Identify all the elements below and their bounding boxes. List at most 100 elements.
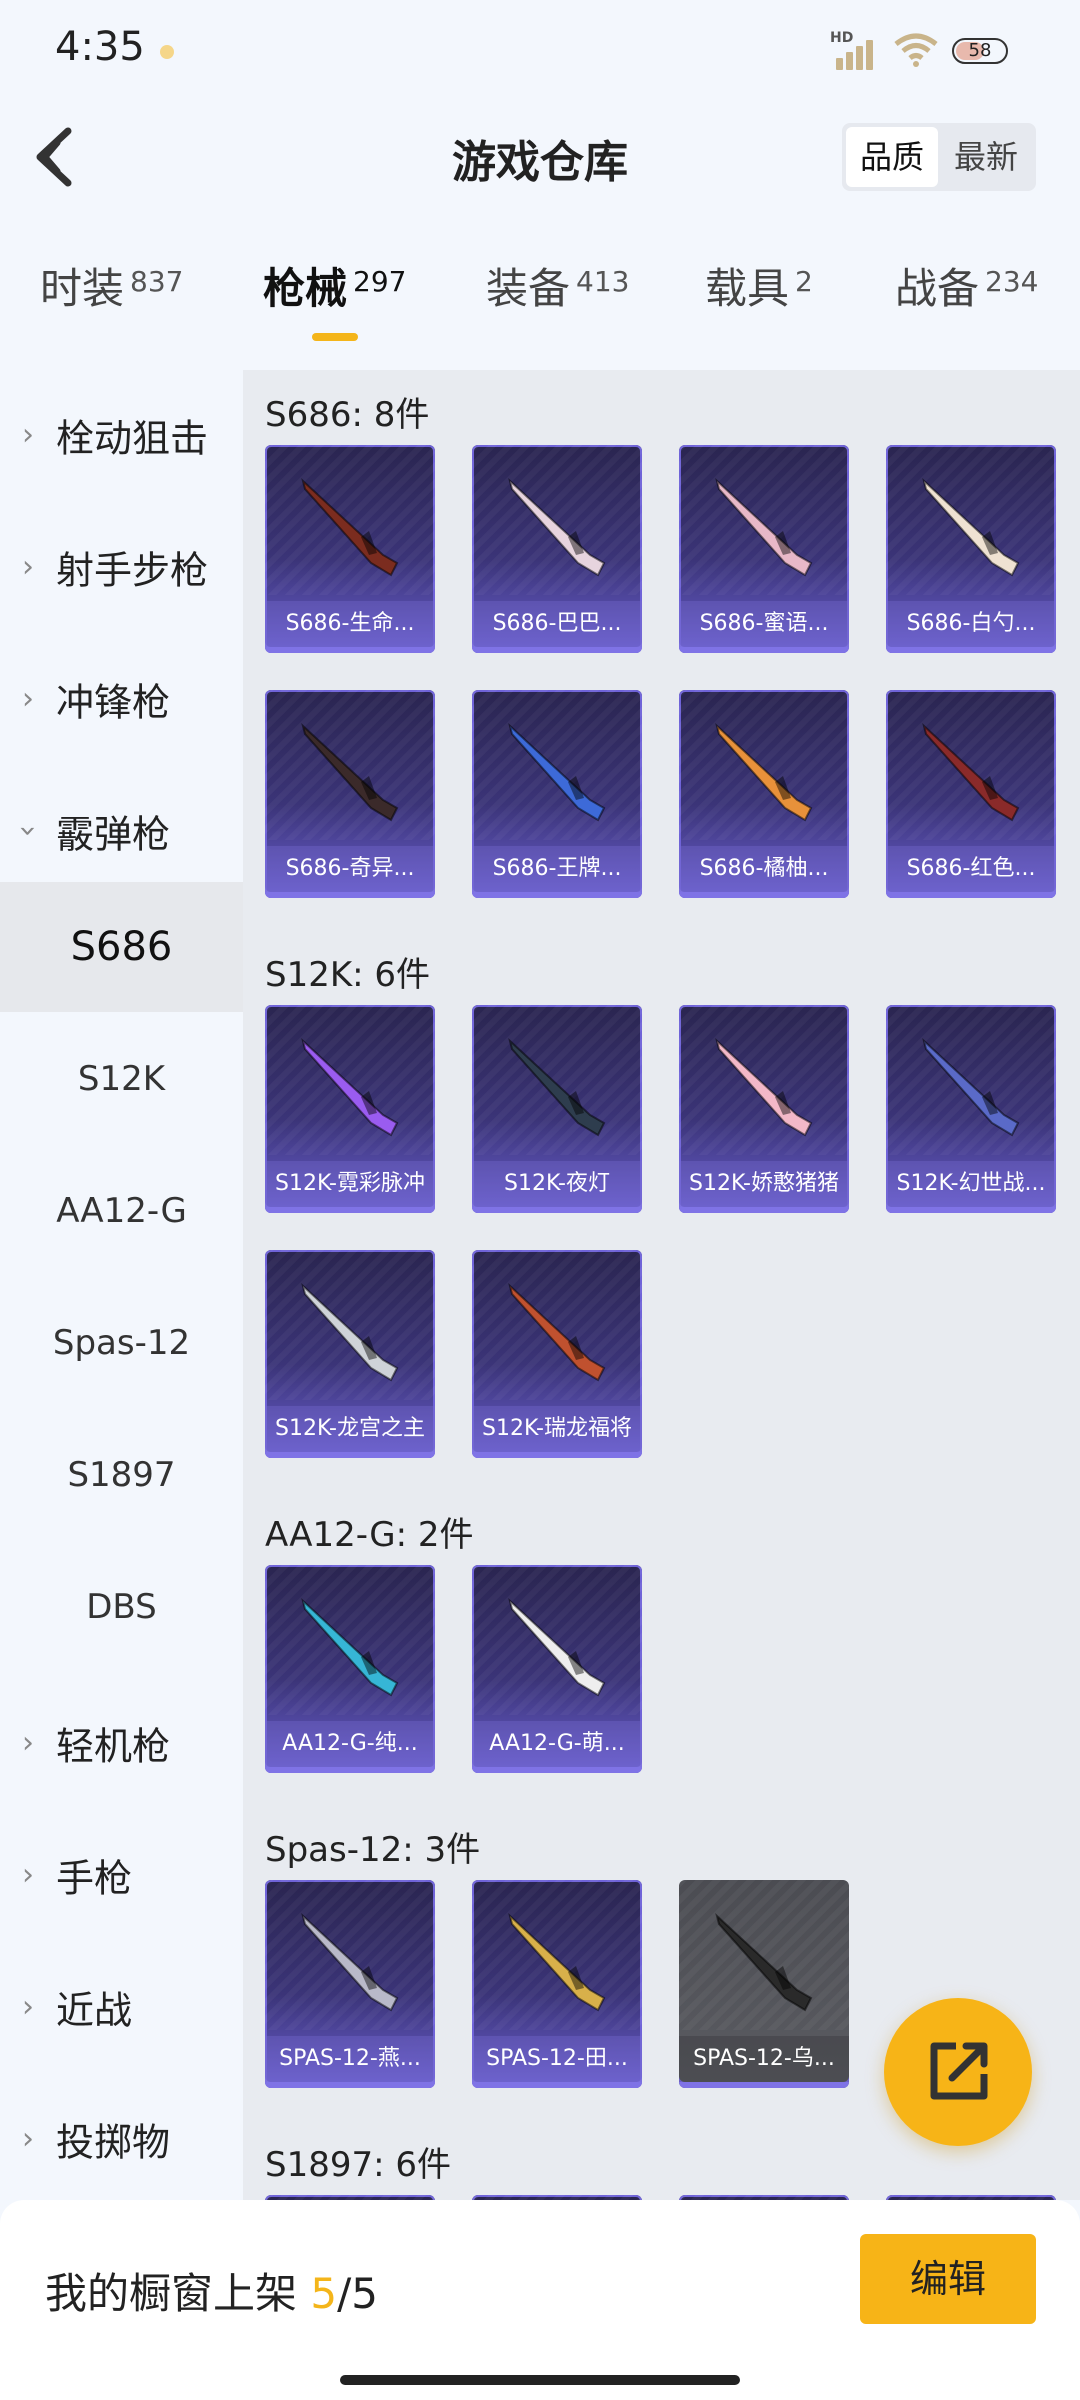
sort-newest-option[interactable]: 最新	[940, 127, 1032, 187]
group-title-s1897: S1897: 6件	[265, 2145, 452, 2185]
item-card[interactable]: SPAS-12-燕...	[265, 1880, 435, 2088]
sort-toggle[interactable]: 品质 最新	[842, 123, 1036, 191]
status-time: 4:35	[55, 24, 145, 70]
item-name: S686-红色...	[886, 846, 1056, 892]
gun-skin-image	[301, 722, 399, 822]
item-card[interactable]: S686-生命...	[265, 445, 435, 653]
chevron-right-icon: ›	[22, 417, 34, 453]
category-tabs: 时装 837 枪械 297 装备 413 载具 2 战备 234	[0, 255, 1080, 355]
share-button[interactable]	[884, 1998, 1032, 2146]
item-card[interactable]: S12K-瑞龙福将	[472, 1250, 642, 1458]
gun-skin-image	[715, 1912, 813, 2012]
sidebar-sub-s1897[interactable]: S1897	[0, 1410, 243, 1540]
item-card[interactable]: S12K-幻世战...	[886, 1005, 1056, 1213]
share-icon	[930, 2042, 988, 2100]
item-name: SPAS-12-燕...	[265, 2036, 435, 2082]
item-name: S12K-幻世战...	[886, 1161, 1056, 1207]
showcase-status: 我的橱窗上架 5/5	[45, 2269, 378, 2318]
tab-fashion[interactable]: 时装 837	[40, 255, 183, 316]
gun-skin-image	[508, 722, 606, 822]
item-card[interactable]: S686-奇异...	[265, 690, 435, 898]
gun-skin-image	[508, 477, 606, 577]
tab-supplies[interactable]: 战备 234	[895, 255, 1038, 316]
gun-skin-image	[922, 477, 1020, 577]
sidebar-item-pistol[interactable]: › 手枪	[0, 1810, 243, 1940]
tab-vehicles[interactable]: 载具 2	[705, 255, 813, 316]
hd-label: HD	[830, 30, 854, 46]
chevron-right-icon: ›	[22, 681, 34, 717]
gun-skin-image	[922, 722, 1020, 822]
wifi-icon	[894, 33, 938, 67]
sidebar-item-throwable[interactable]: › 投掷物	[0, 2074, 243, 2204]
edit-button[interactable]: 编辑	[860, 2234, 1036, 2324]
item-name: S12K-龙宫之主	[265, 1406, 435, 1452]
sidebar-item-lmg[interactable]: › 轻机枪	[0, 1678, 243, 1808]
tab-equipment[interactable]: 装备 413	[486, 255, 629, 316]
item-card[interactable]: S12K-娇憨猪猪	[679, 1005, 849, 1213]
gun-skin-image	[301, 1912, 399, 2012]
gun-skin-image	[922, 1037, 1020, 1137]
item-card[interactable]: S686-红色...	[886, 690, 1056, 898]
item-name: SPAS-12-乌...	[679, 2036, 849, 2082]
gun-skin-image	[508, 1912, 606, 2012]
chevron-down-icon: ›	[10, 825, 46, 837]
gun-skin-image	[301, 1037, 399, 1137]
tab-firearms[interactable]: 枪械 297	[263, 255, 406, 316]
showcase-current: 5	[310, 2269, 338, 2318]
active-tab-indicator	[312, 333, 358, 341]
item-name: S12K-娇憨猪猪	[679, 1161, 849, 1207]
gun-skin-image	[301, 1597, 399, 1697]
item-card[interactable]: SPAS-12-田...	[472, 1880, 642, 2088]
sidebar: › 栓动狙击 › 射手步枪 › 冲锋枪 › 霰弹枪 S686 S12K AA12…	[0, 370, 243, 2200]
item-name: S686-蜜语...	[679, 601, 849, 647]
gun-skin-image	[508, 1597, 606, 1697]
status-bar: 4:35 HD 58	[0, 0, 1080, 105]
item-card[interactable]: S686-蜜语...	[679, 445, 849, 653]
sidebar-sub-s12k[interactable]: S12K	[0, 1014, 243, 1144]
gun-skin-image	[715, 477, 813, 577]
sidebar-sub-aa12g[interactable]: AA12-G	[0, 1146, 243, 1276]
sidebar-item-shotgun[interactable]: › 霰弹枪	[0, 766, 243, 896]
item-name: S686-生命...	[265, 601, 435, 647]
item-card[interactable]: SPAS-12-乌...	[679, 1880, 849, 2088]
item-name: S686-奇异...	[265, 846, 435, 892]
item-card[interactable]: S686-橘柚...	[679, 690, 849, 898]
chevron-right-icon: ›	[22, 1989, 34, 2025]
home-indicator[interactable]	[340, 2375, 740, 2385]
sort-quality-option[interactable]: 品质	[846, 127, 938, 187]
item-name: S12K-夜灯	[472, 1161, 642, 1207]
item-card[interactable]: AA12-G-纯...	[265, 1565, 435, 1773]
item-card[interactable]: S686-白勺...	[886, 445, 1056, 653]
item-name: S12K-霓彩脉冲	[265, 1161, 435, 1207]
item-card[interactable]: AA12-G-萌...	[472, 1565, 642, 1773]
item-name: S686-白勺...	[886, 601, 1056, 647]
sidebar-sub-s686[interactable]: S686	[0, 882, 243, 1012]
sidebar-sub-spas12[interactable]: Spas-12	[0, 1278, 243, 1408]
group-title-s686: S686: 8件	[265, 395, 430, 435]
gun-skin-image	[301, 477, 399, 577]
gun-skin-image	[715, 1037, 813, 1137]
chevron-right-icon: ›	[22, 549, 34, 585]
battery-level: 58	[968, 40, 992, 61]
item-card[interactable]: S686-王牌...	[472, 690, 642, 898]
sidebar-item-marksman[interactable]: › 射手步枪	[0, 502, 243, 632]
gun-skin-image	[508, 1282, 606, 1382]
gun-skin-image	[508, 1037, 606, 1137]
item-grid: S686: 8件 S686-生命... S686-巴巴... S686-蜜语... S6…	[243, 370, 1080, 2200]
signal-icon: HD	[828, 30, 878, 70]
sidebar-item-bolt-sniper[interactable]: › 栓动狙击	[0, 370, 243, 500]
sidebar-sub-dbs[interactable]: DBS	[0, 1542, 243, 1672]
item-card[interactable]: S686-巴巴...	[472, 445, 642, 653]
item-name: S12K-瑞龙福将	[472, 1406, 642, 1452]
group-title-s12k: S12K: 6件	[265, 955, 431, 995]
item-name: S686-巴巴...	[472, 601, 642, 647]
item-card[interactable]: S12K-龙宫之主	[265, 1250, 435, 1458]
sidebar-item-melee[interactable]: › 近战	[0, 1942, 243, 2072]
item-card[interactable]: S12K-夜灯	[472, 1005, 642, 1213]
item-card[interactable]: S12K-霓彩脉冲	[265, 1005, 435, 1213]
item-name: S686-王牌...	[472, 846, 642, 892]
item-name: AA12-G-萌...	[472, 1721, 642, 1767]
notification-dot	[160, 45, 174, 59]
sidebar-item-smg[interactable]: › 冲锋枪	[0, 634, 243, 764]
group-title-aa12g: AA12-G: 2件	[265, 1515, 474, 1555]
